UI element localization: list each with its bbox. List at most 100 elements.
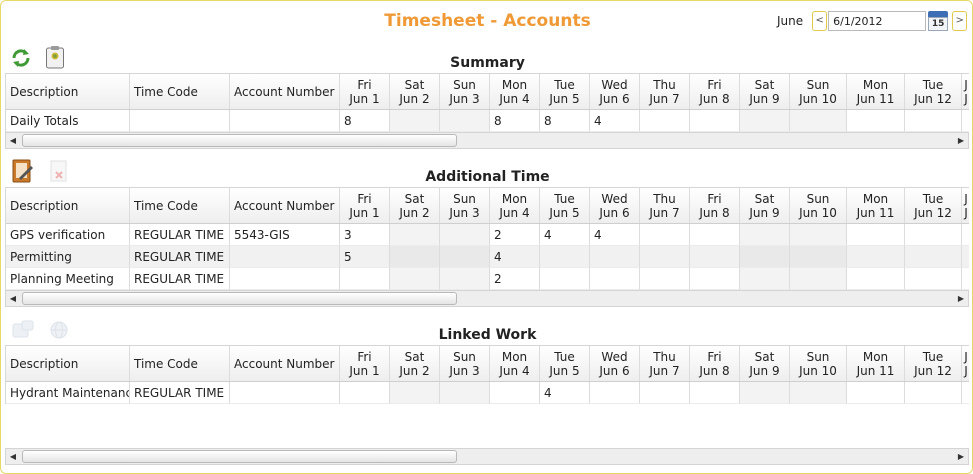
hours-cell[interactable]: 4 [590, 110, 640, 132]
row-description[interactable]: Hydrant Maintenance [6, 382, 130, 404]
hours-cell[interactable]: 8 [340, 110, 390, 132]
column-header-day[interactable]: Fri Jun 1 [340, 346, 390, 381]
hours-cell[interactable] [590, 268, 640, 290]
hours-cell[interactable] [440, 246, 490, 268]
row-description[interactable]: GPS verification [6, 224, 130, 246]
column-header-time-code[interactable]: Time Code [130, 188, 230, 223]
hours-cell[interactable] [962, 224, 969, 246]
hours-cell[interactable] [690, 110, 740, 132]
hours-cell[interactable] [340, 268, 390, 290]
column-header-day[interactable]: Mon Jun 4 [490, 188, 540, 223]
calendar-icon[interactable]: 15 [928, 11, 949, 31]
column-header-account-number[interactable]: Account Number [230, 188, 340, 223]
hours-cell[interactable] [905, 224, 962, 246]
column-header-description[interactable]: Description [6, 346, 130, 381]
column-header-day[interactable]: Wed Jun 6 [590, 346, 640, 381]
hours-cell[interactable] [540, 246, 590, 268]
table-row[interactable]: Planning Meeting REGULAR TIME 2 [6, 268, 969, 290]
column-header-day[interactable]: JJ [962, 74, 969, 109]
scroll-right-arrow-icon[interactable]: ▶ [954, 133, 968, 148]
column-header-day[interactable]: Mon Jun 11 [847, 74, 905, 109]
hours-cell[interactable]: 2 [490, 268, 540, 290]
column-header-day[interactable]: Sat Jun 2 [390, 346, 440, 381]
hours-cell[interactable] [640, 224, 690, 246]
scroll-thumb[interactable] [22, 134, 457, 147]
column-header-day[interactable]: Fri Jun 8 [690, 74, 740, 109]
hours-cell[interactable]: 4 [540, 224, 590, 246]
summary-scrollbar[interactable]: ◀ ▶ [5, 132, 969, 149]
hours-cell[interactable]: 3 [340, 224, 390, 246]
hours-cell[interactable] [590, 246, 640, 268]
hours-cell[interactable] [440, 382, 490, 404]
scroll-right-arrow-icon[interactable]: ▶ [954, 291, 968, 306]
row-account-number[interactable] [230, 110, 340, 132]
hours-cell[interactable] [905, 268, 962, 290]
row-account-number[interactable] [230, 268, 340, 290]
hours-cell[interactable] [590, 382, 640, 404]
column-header-day[interactable]: Sun Jun 10 [790, 346, 847, 381]
hours-cell[interactable] [390, 224, 440, 246]
row-description[interactable]: Planning Meeting [6, 268, 130, 290]
column-header-day[interactable]: Mon Jun 4 [490, 346, 540, 381]
hours-cell[interactable] [640, 246, 690, 268]
hours-cell[interactable] [790, 246, 847, 268]
column-header-day[interactable]: JJ [962, 188, 969, 223]
hours-cell[interactable]: 4 [540, 382, 590, 404]
hours-cell[interactable] [740, 110, 790, 132]
column-header-day[interactable]: Sat Jun 2 [390, 188, 440, 223]
column-header-day[interactable]: Sun Jun 3 [440, 188, 490, 223]
column-header-day[interactable]: Thu Jun 7 [640, 346, 690, 381]
prev-date-button[interactable]: < [812, 11, 828, 31]
scroll-right-arrow-icon[interactable]: ▶ [954, 449, 968, 464]
column-header-day[interactable]: Fri Jun 8 [690, 346, 740, 381]
column-header-day[interactable]: Sun Jun 10 [790, 74, 847, 109]
hours-cell[interactable] [390, 382, 440, 404]
column-header-day[interactable]: Tue Jun 5 [540, 74, 590, 109]
column-header-day[interactable]: Fri Jun 8 [690, 188, 740, 223]
hours-cell[interactable]: 4 [490, 246, 540, 268]
hours-cell[interactable] [790, 382, 847, 404]
hours-cell[interactable] [440, 110, 490, 132]
hours-cell[interactable] [340, 382, 390, 404]
column-header-day[interactable]: Sat Jun 9 [740, 74, 790, 109]
hours-cell[interactable] [962, 382, 969, 404]
row-time-code[interactable]: REGULAR TIME [130, 246, 230, 268]
hours-cell[interactable] [640, 382, 690, 404]
hours-cell[interactable] [847, 246, 905, 268]
row-account-number[interactable] [230, 246, 340, 268]
hours-cell[interactable] [690, 382, 740, 404]
table-row[interactable]: Daily Totals 8 8 8 4 [6, 110, 969, 132]
hours-cell[interactable] [390, 246, 440, 268]
column-header-description[interactable]: Description [6, 188, 130, 223]
hours-cell[interactable]: 8 [540, 110, 590, 132]
hours-cell[interactable] [905, 110, 962, 132]
hours-cell[interactable] [390, 110, 440, 132]
column-header-day[interactable]: Sat Jun 9 [740, 188, 790, 223]
column-header-day[interactable]: Tue Jun 5 [540, 188, 590, 223]
hours-cell[interactable] [490, 382, 540, 404]
hours-cell[interactable]: 2 [490, 224, 540, 246]
table-row[interactable]: GPS verification REGULAR TIME 5543-GIS 3 2 4 4 [6, 224, 969, 246]
hours-cell[interactable] [690, 224, 740, 246]
hours-cell[interactable] [740, 246, 790, 268]
next-date-button[interactable]: > [952, 11, 968, 31]
row-description[interactable]: Permitting [6, 246, 130, 268]
scroll-left-arrow-icon[interactable]: ◀ [6, 449, 20, 464]
hours-cell[interactable] [962, 246, 969, 268]
hours-cell[interactable] [390, 268, 440, 290]
scroll-left-arrow-icon[interactable]: ◀ [6, 291, 20, 306]
column-header-time-code[interactable]: Time Code [130, 74, 230, 109]
column-header-day[interactable]: Tue Jun 12 [905, 74, 962, 109]
hours-cell[interactable] [740, 224, 790, 246]
scroll-left-arrow-icon[interactable]: ◀ [6, 133, 20, 148]
hours-cell[interactable] [690, 246, 740, 268]
column-header-day[interactable]: Thu Jun 7 [640, 188, 690, 223]
hours-cell[interactable] [640, 268, 690, 290]
scroll-thumb[interactable] [22, 450, 457, 463]
row-time-code[interactable]: REGULAR TIME [130, 382, 230, 404]
column-header-day[interactable]: Sun Jun 10 [790, 188, 847, 223]
column-header-day[interactable]: Tue Jun 12 [905, 346, 962, 381]
hours-cell[interactable] [790, 110, 847, 132]
column-header-day[interactable]: Fri Jun 1 [340, 188, 390, 223]
column-header-description[interactable]: Description [6, 74, 130, 109]
